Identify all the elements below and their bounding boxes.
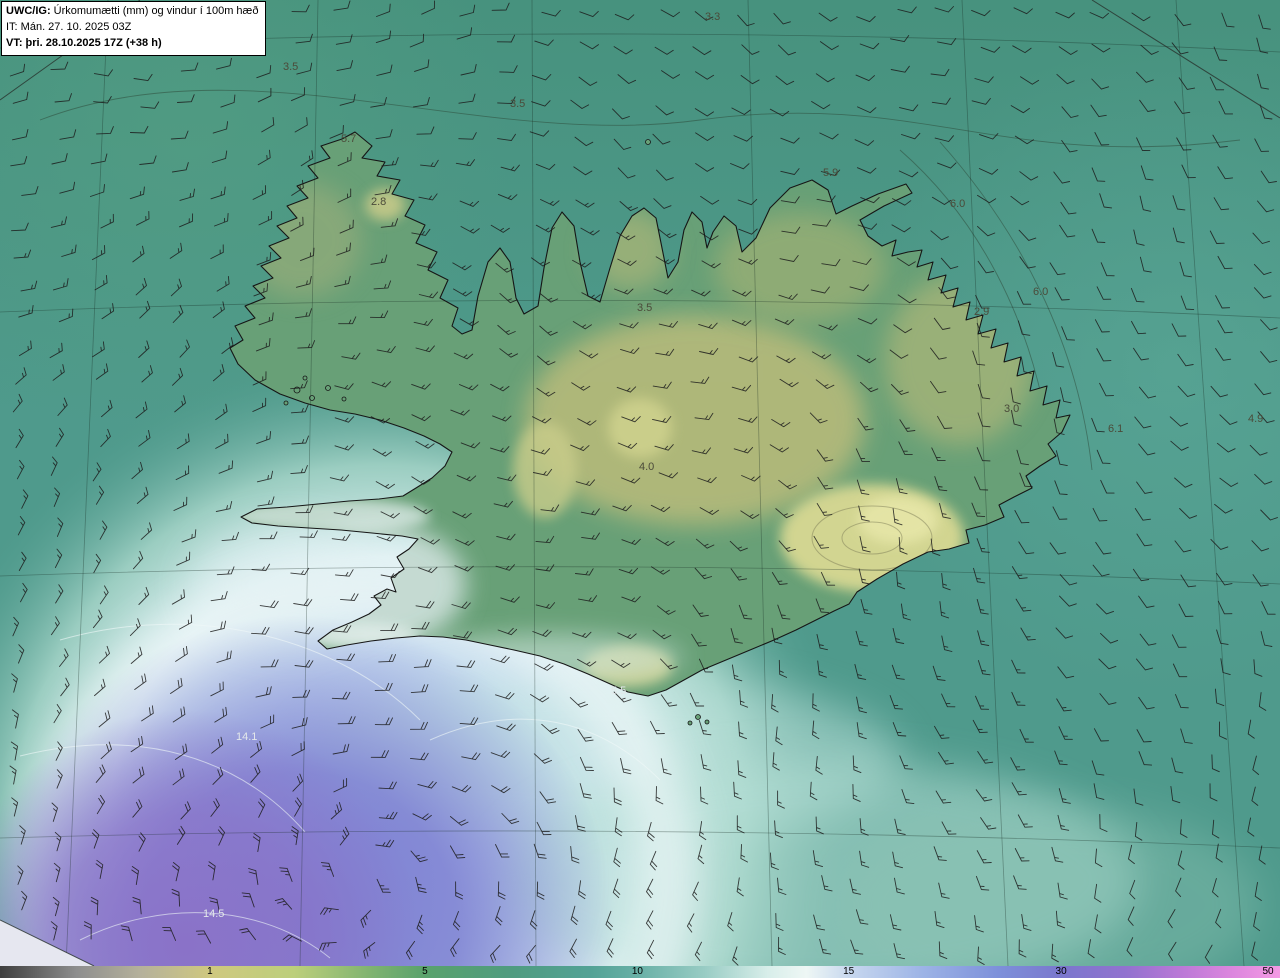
legend-box: UWC/IG: Úrkomumætti (mm) og vindur í 100… [1, 1, 267, 56]
map-canvas: 3.3 3.5 3.5 5.7 5.9 2.8 6.0 6.0 3.5 2.9 3.0 6.1 4.9 4… [0, 0, 1280, 966]
contour-label: 3.0 [1004, 403, 1019, 415]
colorbar-tick-label: 30 [1055, 966, 1067, 977]
product-code: UWC/IG: [6, 5, 51, 17]
contour-label: 2.9 [974, 306, 989, 318]
contour-label: 3.5 [510, 98, 525, 110]
contour-label: 5.9 [823, 167, 838, 179]
contour-label: 3.5 [283, 61, 298, 73]
contour-label: 6.1 [1108, 423, 1123, 435]
contour-label: 4.0 [639, 461, 654, 473]
contour-label: 5.5 [611, 685, 626, 697]
product-title: Úrkomumætti (mm) og vindur í 100m hæð [53, 5, 259, 17]
colorbar-tick-label: 10 [631, 966, 643, 977]
contour-label: 6.0 [1033, 286, 1048, 298]
legend-title-line: UWC/IG: Úrkomumætti (mm) og vindur í 100… [6, 4, 258, 20]
colorbar-tick-label: 5 [422, 966, 428, 977]
legend-valid-time: VT: þri. 28.10.2025 17Z (+38 h) [6, 36, 162, 49]
contour-label: 3.5 [637, 302, 652, 314]
contour-label: 6.0 [950, 198, 965, 210]
contour-label: 14.1 [236, 731, 257, 743]
contour-label: 3.3 [705, 11, 720, 23]
colorbar-tick-label: 1 [207, 966, 213, 977]
weather-map: 3.3 3.5 3.5 5.7 5.9 2.8 6.0 6.0 3.5 2.9 3.0 6.1 4.9 4… [0, 0, 1280, 978]
legend-init-time: IT: Mán. 27. 10. 2025 03Z [6, 20, 132, 33]
contour-label: 4.9 [1248, 413, 1263, 425]
contour-label: 14.5 [203, 908, 224, 920]
colorbar-tick-label: 50 [1262, 966, 1274, 977]
contour-label: 5.7 [341, 133, 356, 145]
contour-label: 2.8 [371, 196, 386, 208]
colorbar: 1 5 10 15 30 50 [0, 966, 1280, 978]
colorbar-tick-label: 15 [843, 966, 855, 977]
